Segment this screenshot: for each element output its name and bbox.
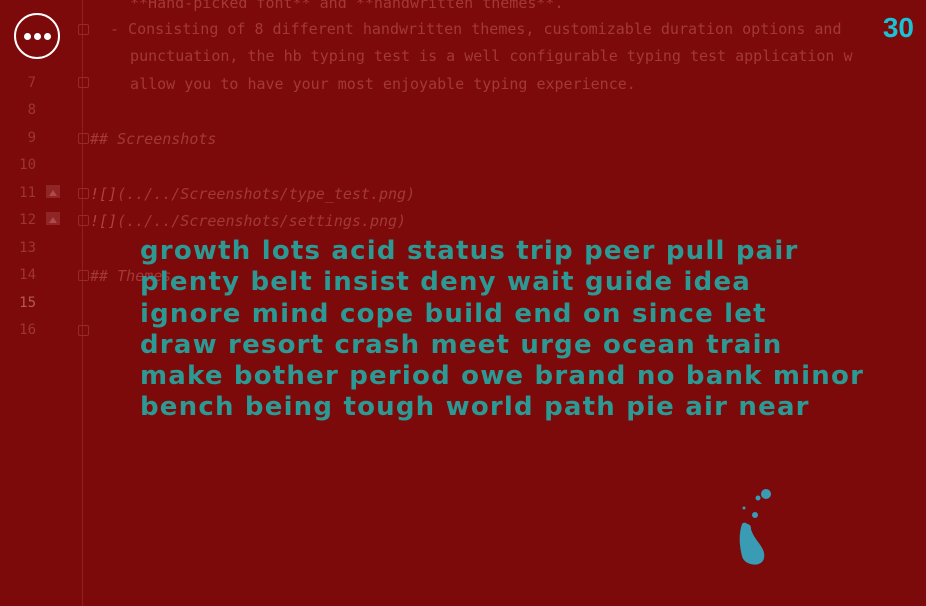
image-gutter-icon [46,212,60,225]
word-line: draw resort crash meet urge ocean train [140,329,783,360]
more-horizontal-icon [43,32,51,40]
timer-countdown: 30 [882,12,914,43]
line-number: 8 [27,102,36,118]
code-line: allow you to have your most enjoyable ty… [112,75,636,93]
fold-marker-icon [78,77,89,88]
menu-button[interactable] [14,13,60,59]
fold-marker-icon [78,24,89,35]
code-token: (../../Screenshots/settings.png) [117,212,407,230]
typing-words-area[interactable]: growth lots acid status trip peer pull p… [140,236,865,424]
image-gutter-icon [46,185,60,198]
fold-marker-icon [78,215,89,226]
word-line: ignore mind cope build end on since let [140,298,767,329]
line-number: 11 [19,185,36,201]
code-line: ![](../../Screenshots/type_test.png) [90,185,415,203]
word-line: bench being tough world path pie air nea… [140,392,810,423]
gutter-divider [82,0,83,606]
fold-marker-icon [78,133,89,144]
fold-marker-icon [78,270,89,281]
code-line: - Consisting of 8 different handwritten … [110,20,842,38]
more-horizontal-icon [33,32,41,40]
ink-splash-icon [739,489,771,565]
more-horizontal-icon [23,32,31,40]
line-number: 9 [27,130,36,146]
fold-marker-icon [78,188,89,199]
line-number: 13 [19,240,36,256]
code-line: ## Screenshots [90,130,217,148]
code-line: **Hand-picked font** and **handwritten t… [130,0,564,12]
line-number: 14 [19,267,36,283]
code-token: [] [99,185,118,203]
word-line: make bother period owe brand no bank min… [140,361,865,392]
line-number: 16 [19,322,36,338]
code-token: [] [99,212,118,230]
code-line: punctuation, the hb typing test is a wel… [112,47,853,65]
word-line: plenty belt insist deny wait guide idea [140,267,752,298]
line-number: 7 [27,75,36,91]
code-token: (../../Screenshots/type_test.png) [117,185,416,203]
fold-marker-icon [78,325,89,336]
code-token: ! [90,185,100,203]
code-token: ! [90,212,100,230]
word-line: growth lots acid status trip peer pull p… [140,236,799,266]
line-number: 15 [19,295,36,311]
line-number: 12 [19,212,36,228]
code-line: ![](../../Screenshots/settings.png) [90,212,406,230]
line-number: 10 [19,157,36,173]
